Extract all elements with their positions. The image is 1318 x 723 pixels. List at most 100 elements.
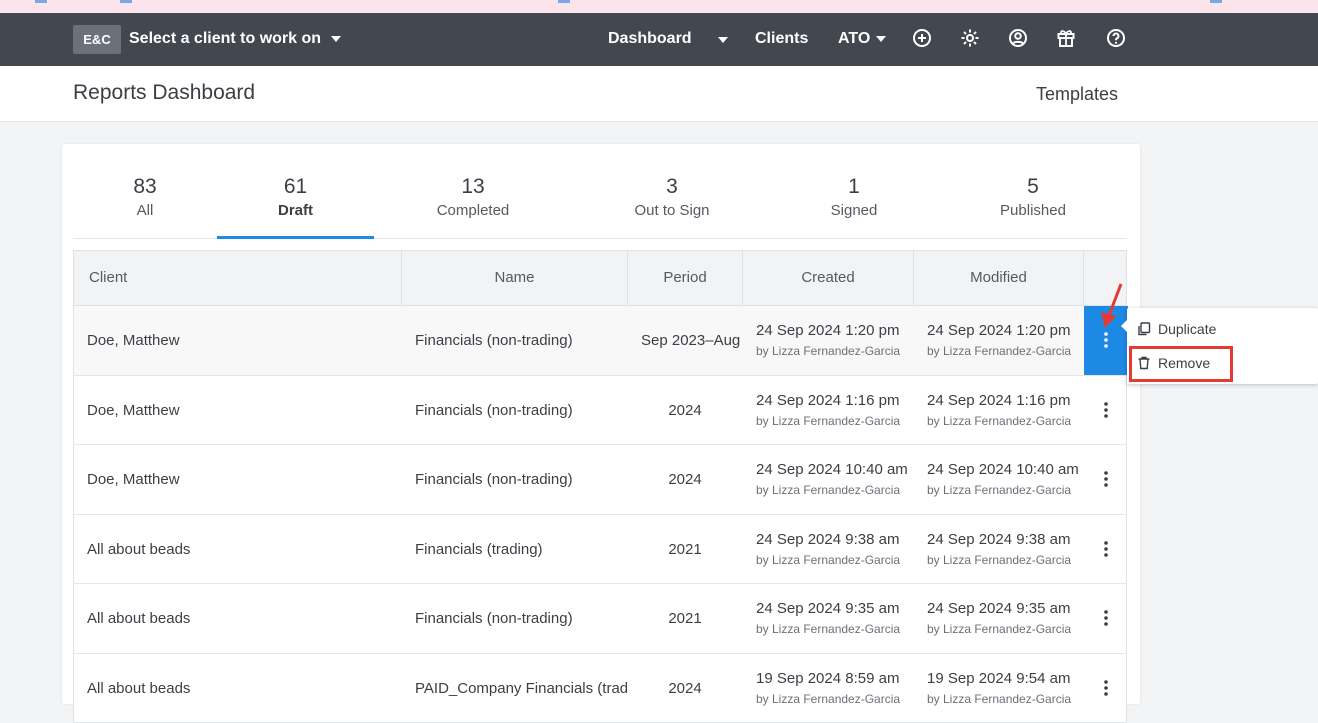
tab-count: 5 [973, 170, 1093, 197]
menu-item-duplicate[interactable]: Duplicate [1137, 321, 1216, 337]
period-cell: 2024 [628, 680, 742, 697]
created-date: 24 Sep 2024 1:16 pm [756, 392, 924, 409]
created-cell: 24 Sep 2024 10:40 am by Lizza Fernandez-… [756, 461, 924, 497]
column-header-period[interactable]: Period [628, 251, 743, 305]
tab-all[interactable]: 83 All [73, 170, 217, 238]
table-row[interactable]: All about beads Financials (non-trading)… [73, 584, 1127, 654]
tab-signed[interactable]: 1 Signed [804, 170, 904, 238]
tab-label: All [73, 202, 217, 219]
column-header-client[interactable]: Client [74, 251, 402, 305]
kebab-menu-icon [1104, 610, 1108, 626]
nav-clients-label: Clients [755, 30, 808, 48]
client-cell: All about beads [87, 541, 387, 558]
period-cell: 2021 [628, 610, 742, 627]
period-cell: 2024 [628, 471, 742, 488]
trash-icon [1137, 356, 1151, 370]
menu-item-label: Duplicate [1158, 321, 1216, 337]
nav-dashboard[interactable]: Dashboard [608, 30, 692, 48]
menu-item-label: Remove [1158, 355, 1210, 371]
modified-by: by Lizza Fernandez-Garcia [927, 622, 1095, 636]
page-header: Reports Dashboard Templates [0, 66, 1318, 122]
modified-date: 24 Sep 2024 10:40 am [927, 461, 1095, 478]
browser-bookmark-strip [0, 0, 1318, 13]
modified-by: by Lizza Fernandez-Garcia [927, 414, 1095, 428]
row-actions-button[interactable] [1084, 584, 1128, 653]
modified-date: 24 Sep 2024 1:16 pm [927, 392, 1095, 409]
created-cell: 24 Sep 2024 9:35 am by Lizza Fernandez-G… [756, 600, 924, 636]
kebab-menu-icon [1104, 471, 1108, 487]
nav-clients[interactable]: Clients [755, 30, 808, 48]
chevron-down-icon [876, 36, 886, 42]
chevron-down-icon [331, 36, 341, 42]
row-actions-button[interactable] [1084, 654, 1128, 723]
red-arrow-annotation-icon [1097, 282, 1127, 332]
nav-ato[interactable]: ATO [838, 30, 886, 48]
tab-label: Draft [217, 202, 374, 219]
modified-cell: 24 Sep 2024 9:35 am by Lizza Fernandez-G… [927, 600, 1095, 636]
column-header-modified[interactable]: Modified [914, 251, 1084, 305]
table-header: Client Name Period Created Modified [73, 250, 1127, 306]
gear-icon[interactable] [959, 27, 981, 49]
created-cell: 19 Sep 2024 8:59 am by Lizza Fernandez-G… [756, 670, 924, 706]
kebab-menu-icon [1104, 541, 1108, 557]
tab-draft[interactable]: 61 Draft [217, 170, 374, 238]
created-cell: 24 Sep 2024 9:38 am by Lizza Fernandez-G… [756, 531, 924, 567]
dashboard-dropdown-toggle[interactable] [718, 37, 728, 43]
tab-count: 13 [404, 170, 542, 197]
templates-link[interactable]: Templates [1036, 84, 1118, 105]
tab-label: Out to Sign [612, 202, 732, 219]
modified-by: by Lizza Fernandez-Garcia [927, 483, 1095, 497]
report-name-cell: PAID_Company Financials (trading) [415, 680, 627, 697]
column-header-name[interactable]: Name [402, 251, 628, 305]
kebab-menu-icon [1104, 680, 1108, 696]
tab-count: 1 [804, 170, 904, 197]
client-initials-badge[interactable]: E&C [73, 25, 121, 54]
menu-item-remove[interactable]: Remove [1137, 355, 1210, 371]
modified-cell: 24 Sep 2024 1:16 pm by Lizza Fernandez-G… [927, 392, 1095, 428]
copy-icon [1137, 322, 1151, 336]
created-date: 24 Sep 2024 10:40 am [756, 461, 924, 478]
created-by: by Lizza Fernandez-Garcia [756, 414, 924, 428]
tab-out-to-sign[interactable]: 3 Out to Sign [612, 170, 732, 238]
client-cell: Doe, Matthew [87, 402, 387, 419]
client-selector-label: Select a client to work on [129, 30, 321, 48]
user-circle-icon[interactable] [1007, 27, 1029, 49]
row-actions-button[interactable] [1084, 376, 1128, 445]
help-circle-icon[interactable] [1105, 27, 1127, 49]
table-row[interactable]: Doe, Matthew Financials (non-trading) Se… [73, 306, 1127, 376]
tab-label: Completed [404, 202, 542, 219]
nav-ato-label: ATO [838, 30, 870, 48]
period-cell: Sep 2023–Aug 2024 [641, 332, 742, 349]
client-cell: All about beads [87, 680, 387, 697]
report-name-cell: Financials (trading) [415, 541, 627, 558]
status-tabs: 83 All 61 Draft 13 Completed 3 Out to Si… [73, 170, 1127, 239]
modified-date: 19 Sep 2024 9:54 am [927, 670, 1095, 687]
client-cell: All about beads [87, 610, 387, 627]
row-actions-button[interactable] [1084, 515, 1128, 584]
table-row[interactable]: Doe, Matthew Financials (non-trading) 20… [73, 445, 1127, 515]
table-row[interactable]: All about beads Financials (trading) 202… [73, 515, 1127, 585]
modified-by: by Lizza Fernandez-Garcia [927, 344, 1095, 358]
created-date: 24 Sep 2024 1:20 pm [756, 322, 924, 339]
tab-label: Signed [804, 202, 904, 219]
row-actions-menu: Duplicate Remove [1127, 308, 1318, 384]
column-header-created[interactable]: Created [743, 251, 914, 305]
row-actions-button[interactable] [1084, 445, 1128, 514]
tab-completed[interactable]: 13 Completed [404, 170, 542, 238]
modified-cell: 24 Sep 2024 1:20 pm by Lizza Fernandez-G… [927, 322, 1095, 358]
report-name-cell: Financials (non-trading) [415, 402, 627, 419]
created-cell: 24 Sep 2024 1:16 pm by Lizza Fernandez-G… [756, 392, 924, 428]
client-selector[interactable]: Select a client to work on [129, 30, 341, 48]
gift-icon[interactable] [1055, 27, 1077, 49]
modified-date: 24 Sep 2024 9:35 am [927, 600, 1095, 617]
tab-published[interactable]: 5 Published [973, 170, 1093, 238]
nav-dashboard-label: Dashboard [608, 30, 692, 48]
created-date: 19 Sep 2024 8:59 am [756, 670, 924, 687]
table-row[interactable]: All about beads PAID_Company Financials … [73, 654, 1127, 723]
add-circle-icon[interactable] [911, 27, 933, 49]
report-name-cell: Financials (non-trading) [415, 471, 627, 488]
modified-by: by Lizza Fernandez-Garcia [927, 692, 1095, 706]
tab-label: Published [973, 202, 1093, 219]
modified-cell: 19 Sep 2024 9:54 am by Lizza Fernandez-G… [927, 670, 1095, 706]
table-row[interactable]: Doe, Matthew Financials (non-trading) 20… [73, 376, 1127, 446]
